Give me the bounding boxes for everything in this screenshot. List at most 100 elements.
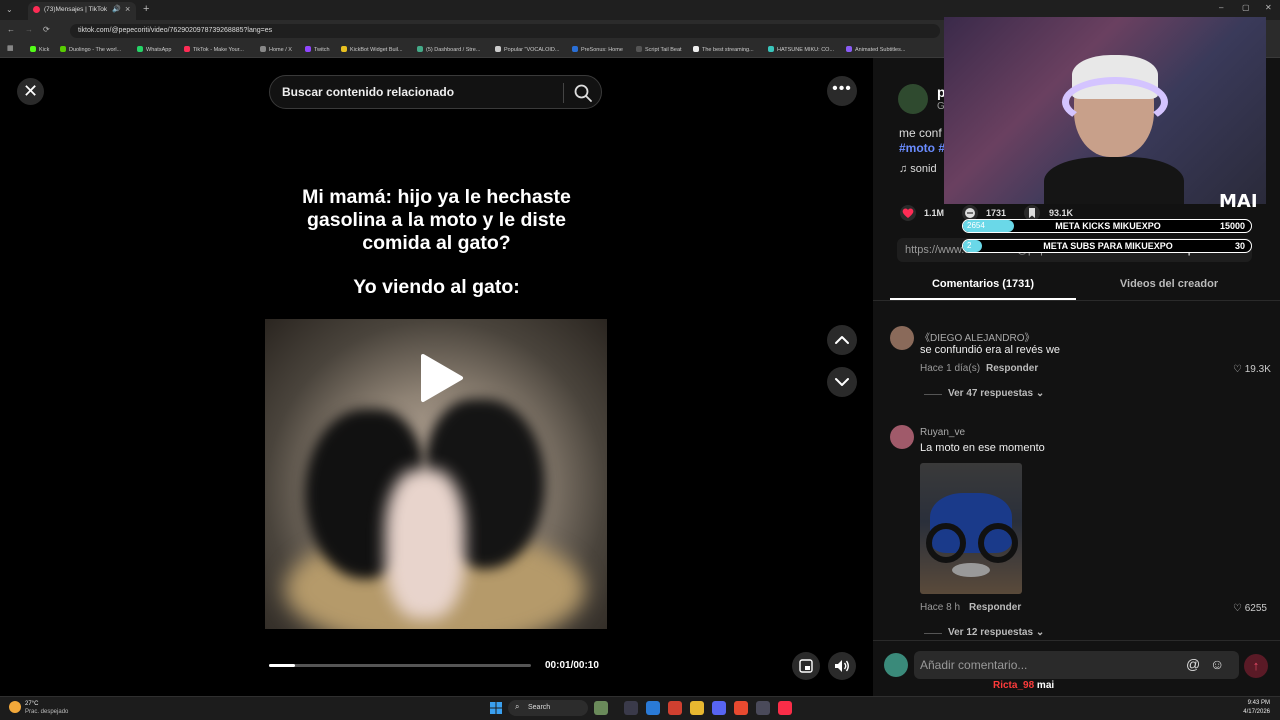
caption-line: gasolina a la moto y le diste	[307, 209, 566, 231]
comment-username[interactable]: Ruyan_ve	[920, 427, 965, 438]
search-icon: ⌕	[515, 702, 520, 711]
music-app-icon[interactable]	[778, 701, 792, 715]
related-search-input[interactable]: Buscar contenido relacionado	[269, 75, 602, 109]
reply-button[interactable]: Responder	[969, 602, 1021, 613]
replies-line	[924, 394, 942, 395]
maximize-icon[interactable]: ▢	[1242, 3, 1250, 12]
chat-username: Ricta_98	[993, 680, 1035, 691]
bookmark-item[interactable]: PreSonus: Home	[572, 46, 623, 53]
heart-outline-icon: ♡	[1233, 603, 1245, 614]
app-icon[interactable]	[668, 701, 682, 715]
forward-icon[interactable]: →	[25, 25, 33, 34]
edge-icon[interactable]	[646, 701, 660, 715]
comment-avatar[interactable]	[890, 326, 914, 350]
bookmark-item[interactable]: Popular "VOCALOID...	[495, 46, 559, 53]
comment-like-button[interactable]: ♡ 19.3K	[1233, 364, 1271, 375]
goal-label: META KICKS MIKUEXPO	[1055, 221, 1161, 231]
taskbar-search[interactable]: ⌕ Search	[508, 700, 588, 716]
weather-icon[interactable]	[9, 701, 21, 713]
volume-button[interactable]	[828, 652, 856, 680]
bookmark-item[interactable]: Home / X	[260, 46, 292, 53]
tab-menu-icon[interactable]: ⌄	[6, 5, 13, 14]
widgets-icon[interactable]	[594, 701, 608, 715]
like-button[interactable]	[900, 205, 916, 221]
play-icon[interactable]	[415, 352, 467, 404]
bookmark-item[interactable]: (5) Dashboard / Stre...	[417, 46, 480, 53]
task-view-icon[interactable]	[624, 701, 638, 715]
tab-divider	[873, 300, 1280, 301]
weather-desc: Prac. despejado	[25, 709, 69, 715]
chat-text: mai	[1036, 680, 1055, 691]
comment-like-count: 6255	[1244, 603, 1267, 614]
save-count: 93.1K	[1049, 208, 1074, 218]
tab-comments[interactable]: Comentarios (1731)	[890, 278, 1076, 290]
comment-avatar[interactable]	[890, 425, 914, 449]
video-progress-bar[interactable]	[269, 664, 531, 667]
comment-image-motorcycle[interactable]	[920, 463, 1022, 594]
bookmark-item[interactable]: TikTok - Make Your...	[184, 46, 244, 53]
video-hashtags[interactable]: #moto #	[899, 141, 945, 155]
discord-icon[interactable]	[712, 701, 726, 715]
tab-audio-icon[interactable]: 🔊	[112, 5, 121, 13]
apps-icon[interactable]: ▦	[7, 44, 14, 52]
send-comment-button[interactable]: ↑	[1244, 654, 1268, 678]
windows-start-icon[interactable]	[490, 701, 502, 714]
caption-line: Mi mamá: hijo ya le hechaste	[302, 186, 571, 208]
comment-input-placeholder: Añadir comentario...	[920, 658, 1028, 672]
bookmark-item[interactable]: Script Tail Beat	[636, 46, 682, 53]
new-tab-icon[interactable]: +	[143, 3, 149, 15]
minimize-icon[interactable]: –	[1219, 3, 1223, 12]
mention-icon[interactable]: @	[1186, 656, 1200, 672]
arrow-up-icon: ↑	[1252, 658, 1260, 673]
comment-time: Hace 1 día(s)	[920, 363, 981, 374]
taskbar-search-label: Search	[528, 704, 551, 711]
cat-face	[385, 469, 465, 619]
bookmark-item[interactable]: Animated Subtitles...	[846, 46, 905, 53]
comment-input[interactable]: Añadir comentario... @ ☺	[914, 651, 1239, 679]
chrome-icon[interactable]	[734, 701, 748, 715]
comment-username[interactable]: 《DIEGO ALEJANDRO》	[920, 329, 1034, 344]
browser-tab[interactable]: (73)Mensajes | TikTok 🔊 ×	[28, 2, 136, 20]
back-icon[interactable]: ←	[7, 25, 15, 34]
reload-icon[interactable]: ⟳	[43, 25, 50, 34]
chat-message: Ricta_98 mai	[993, 680, 1054, 691]
bookmark-item[interactable]: Duolingo - The worl...	[60, 46, 121, 53]
bookmark-item[interactable]: Kick	[30, 46, 49, 53]
view-replies-button[interactable]: Ver 12 respuestas ⌄	[948, 627, 1044, 638]
reply-button[interactable]: Responder	[986, 363, 1038, 374]
chevron-down-icon: ⌄	[1035, 388, 1045, 399]
address-bar[interactable]: tiktok.com/@pepecoriti/video/76290209787…	[70, 24, 940, 38]
bookmark-item[interactable]: The best streaming...	[693, 46, 754, 53]
window-close-icon[interactable]: ✕	[1265, 3, 1272, 12]
bookmark-item[interactable]: HATSUNE MIKU: CO...	[768, 46, 834, 53]
replies-line	[924, 633, 942, 634]
view-replies-button[interactable]: Ver 47 respuestas ⌄	[948, 388, 1044, 399]
sound-link[interactable]: ♫ sonid	[899, 163, 937, 175]
video-caption-top: Mi mamá: hijo ya le hechaste gasolina a …	[258, 186, 615, 255]
caption-line: comida al gato?	[362, 232, 511, 254]
close-icon: ✕	[22, 81, 39, 101]
emoji-icon[interactable]: ☺	[1210, 656, 1224, 672]
close-button[interactable]: ✕	[17, 78, 44, 105]
bookmark-item[interactable]: WhatsApp	[137, 46, 171, 53]
goal-total: 15000	[1219, 221, 1245, 231]
file-explorer-icon[interactable]	[690, 701, 704, 715]
my-avatar	[884, 653, 908, 677]
clock-date: 4/17/2026	[1243, 709, 1270, 715]
more-options-button[interactable]: •••	[827, 76, 857, 106]
comment-like-button[interactable]: ♡ 6255	[1233, 603, 1267, 614]
bookmark-item[interactable]: KickBot Widget Buil...	[341, 46, 403, 53]
settings-icon[interactable]	[756, 701, 770, 715]
search-icon[interactable]	[573, 83, 593, 103]
goal-label: META SUBS PARA MIKUEXPO	[1043, 241, 1173, 251]
previous-video-button[interactable]	[827, 325, 857, 355]
next-video-button[interactable]	[827, 367, 857, 397]
bookmark-item[interactable]: Twitch	[305, 46, 330, 53]
author-avatar[interactable]	[898, 84, 928, 114]
comment-like-count: 19.3K	[1244, 364, 1271, 375]
tab-creator-videos[interactable]: Videos del creador	[1080, 278, 1258, 290]
tab-close-icon[interactable]: ×	[125, 4, 130, 14]
pip-button[interactable]	[792, 652, 820, 680]
chevron-up-icon	[835, 336, 849, 344]
chevron-down-icon: ⌄	[1035, 627, 1045, 638]
